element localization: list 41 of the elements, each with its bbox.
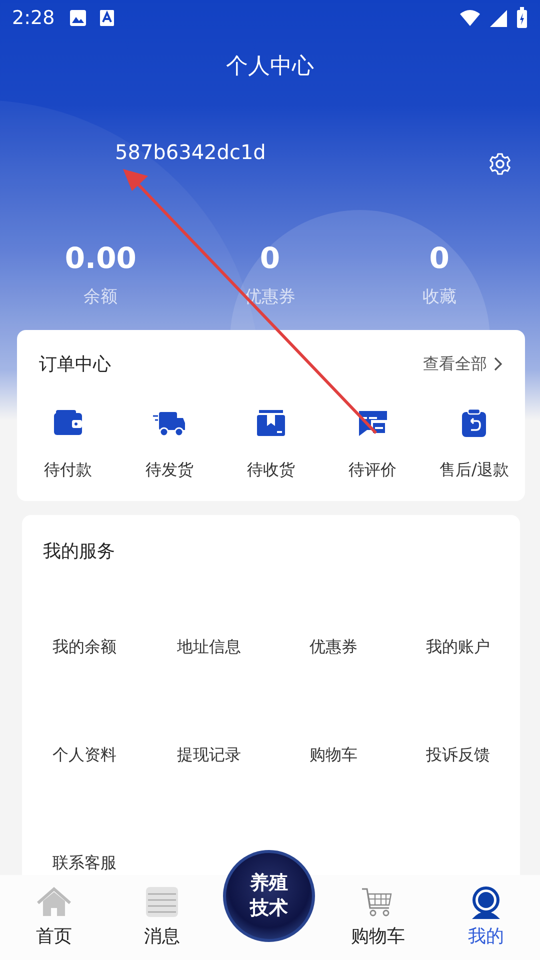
nav-tab[interactable]: 首页 xyxy=(0,886,108,948)
document-icon xyxy=(144,886,180,920)
status-time: 2:28 xyxy=(12,7,55,29)
order-status-button[interactable]: 待评价 xyxy=(322,408,424,481)
settings-icon[interactable] xyxy=(488,152,512,176)
section-title: 订单中心 xyxy=(39,353,111,376)
stat-value: 0.00 xyxy=(64,241,136,275)
order-status-button[interactable]: 售后/退款 xyxy=(423,408,525,481)
service-item[interactable]: 我的余额 xyxy=(22,637,146,657)
stat-label: 余额 xyxy=(84,286,118,308)
service-item[interactable]: 购物车 xyxy=(271,745,396,765)
view-all-link[interactable]: 查看全部 xyxy=(423,354,503,374)
wifi-icon xyxy=(459,9,481,27)
center-nav-button[interactable]: 养殖技术 xyxy=(223,850,315,942)
nav-tab[interactable]: 我的 xyxy=(432,886,540,948)
order-status-button[interactable]: 待收货 xyxy=(220,408,322,481)
service-item[interactable]: 个人资料 xyxy=(22,745,146,765)
stat-value: 0 xyxy=(260,241,280,275)
service-item[interactable]: 提现记录 xyxy=(146,745,271,765)
service-item[interactable]: 我的账户 xyxy=(396,637,520,657)
message-icon xyxy=(356,408,389,438)
package-icon xyxy=(254,408,287,438)
battery-icon xyxy=(516,7,528,29)
service-item[interactable]: 投诉反馈 xyxy=(396,745,520,765)
service-item[interactable]: 联系客服 xyxy=(22,853,146,873)
user-name: 587b6342dc1d xyxy=(115,140,266,164)
section-title: 我的服务 xyxy=(42,540,116,563)
order-status-button[interactable]: 待付款 xyxy=(17,408,119,481)
stat-label: 收藏 xyxy=(422,286,456,308)
order-status-button[interactable]: 待发货 xyxy=(118,408,220,481)
chevron-icon xyxy=(493,357,503,371)
wallet-icon xyxy=(52,408,84,438)
page-title: 个人中心 xyxy=(225,53,315,81)
signal-icon xyxy=(489,8,508,28)
stat-value: 0 xyxy=(429,241,450,275)
image-icon xyxy=(68,9,87,27)
font-icon xyxy=(98,9,115,27)
service-item[interactable]: 优惠券 xyxy=(271,637,396,657)
nav-tab[interactable]: 消息 xyxy=(108,886,216,948)
nav-tab[interactable]: 购物车 xyxy=(324,886,432,948)
service-item[interactable]: 地址信息 xyxy=(146,637,271,657)
